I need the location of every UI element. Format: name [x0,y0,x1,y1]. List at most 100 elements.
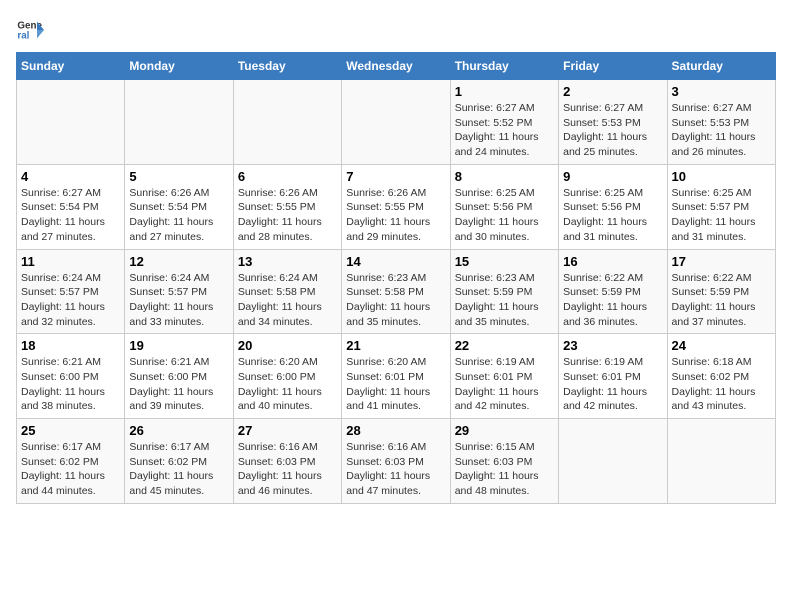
calendar-week-5: 25 Sunrise: 6:17 AM Sunset: 6:02 PM Dayli… [17,419,776,504]
day-content: Sunrise: 6:19 AM Sunset: 6:01 PM Dayligh… [455,355,554,414]
day-number: 5 [129,169,228,184]
calendar-cell: 26 Sunrise: 6:17 AM Sunset: 6:02 PM Dayli… [125,419,233,504]
day-number: 14 [346,254,445,269]
calendar-cell: 10Sunrise: 6:25 AM Sunset: 5:57 PM Dayli… [667,164,775,249]
day-content: Sunrise: 6:24 AM Sunset: 5:58 PM Dayligh… [238,271,337,330]
day-number: 24 [672,338,771,353]
day-content: Sunrise: 6:25 AM Sunset: 5:56 PM Dayligh… [455,186,554,245]
calendar-cell: 19 Sunrise: 6:21 AM Sunset: 6:00 PM Dayli… [125,334,233,419]
calendar-cell: 18 Sunrise: 6:21 AM Sunset: 6:00 PM Dayli… [17,334,125,419]
day-number: 21 [346,338,445,353]
svg-text:ral: ral [17,30,29,41]
calendar-cell: 11Sunrise: 6:24 AM Sunset: 5:57 PM Dayli… [17,249,125,334]
day-number: 29 [455,423,554,438]
day-number: 7 [346,169,445,184]
day-content: Sunrise: 6:16 AM Sunset: 6:03 PM Dayligh… [238,440,337,499]
calendar-cell: 13 Sunrise: 6:24 AM Sunset: 5:58 PM Dayli… [233,249,341,334]
day-number: 26 [129,423,228,438]
day-content: Sunrise: 6:25 AM Sunset: 5:56 PM Dayligh… [563,186,662,245]
day-content: Sunrise: 6:16 AM Sunset: 6:03 PM Dayligh… [346,440,445,499]
day-content: Sunrise: 6:27 AM Sunset: 5:53 PM Dayligh… [563,101,662,160]
day-content: Sunrise: 6:27 AM Sunset: 5:52 PM Dayligh… [455,101,554,160]
day-number: 2 [563,84,662,99]
day-content: Sunrise: 6:22 AM Sunset: 5:59 PM Dayligh… [672,271,771,330]
header-monday: Monday [125,53,233,80]
header-tuesday: Tuesday [233,53,341,80]
day-content: Sunrise: 6:17 AM Sunset: 6:02 PM Dayligh… [21,440,120,499]
day-number: 3 [672,84,771,99]
day-content: Sunrise: 6:27 AM Sunset: 5:54 PM Dayligh… [21,186,120,245]
day-number: 9 [563,169,662,184]
day-number: 17 [672,254,771,269]
calendar-cell [559,419,667,504]
calendar-cell [125,80,233,165]
day-number: 18 [21,338,120,353]
day-number: 19 [129,338,228,353]
calendar-cell: 4 Sunrise: 6:27 AM Sunset: 5:54 PM Daylig… [17,164,125,249]
calendar-cell: 20 Sunrise: 6:20 AM Sunset: 6:00 PM Dayli… [233,334,341,419]
day-number: 28 [346,423,445,438]
day-number: 23 [563,338,662,353]
logo-icon: Gene ral [16,16,44,44]
day-content: Sunrise: 6:21 AM Sunset: 6:00 PM Dayligh… [21,355,120,414]
calendar-cell: 21 Sunrise: 6:20 AM Sunset: 6:01 PM Dayli… [342,334,450,419]
calendar-cell: 12 Sunrise: 6:24 AM Sunset: 5:57 PM Dayli… [125,249,233,334]
day-number: 16 [563,254,662,269]
logo: Gene ral [16,16,48,44]
header-thursday: Thursday [450,53,558,80]
day-content: Sunrise: 6:24 AM Sunset: 5:57 PM Dayligh… [129,271,228,330]
calendar-cell: 2 Sunrise: 6:27 AM Sunset: 5:53 PM Daylig… [559,80,667,165]
day-content: Sunrise: 6:19 AM Sunset: 6:01 PM Dayligh… [563,355,662,414]
day-content: Sunrise: 6:24 AM Sunset: 5:57 PM Dayligh… [21,271,120,330]
day-content: Sunrise: 6:26 AM Sunset: 5:55 PM Dayligh… [346,186,445,245]
calendar-cell: 25 Sunrise: 6:17 AM Sunset: 6:02 PM Dayli… [17,419,125,504]
header-saturday: Saturday [667,53,775,80]
calendar-cell: 9 Sunrise: 6:25 AM Sunset: 5:56 PM Daylig… [559,164,667,249]
calendar-cell: 8Sunrise: 6:25 AM Sunset: 5:56 PM Daylig… [450,164,558,249]
calendar-week-3: 11Sunrise: 6:24 AM Sunset: 5:57 PM Dayli… [17,249,776,334]
day-number: 13 [238,254,337,269]
day-content: Sunrise: 6:26 AM Sunset: 5:55 PM Dayligh… [238,186,337,245]
calendar-cell: 24 Sunrise: 6:18 AM Sunset: 6:02 PM Dayli… [667,334,775,419]
day-number: 20 [238,338,337,353]
day-content: Sunrise: 6:23 AM Sunset: 5:59 PM Dayligh… [455,271,554,330]
calendar-cell [667,419,775,504]
header-wednesday: Wednesday [342,53,450,80]
calendar-cell: 5 Sunrise: 6:26 AM Sunset: 5:54 PM Daylig… [125,164,233,249]
calendar-cell [342,80,450,165]
day-number: 12 [129,254,228,269]
calendar-cell: 28 Sunrise: 6:16 AM Sunset: 6:03 PM Dayli… [342,419,450,504]
day-content: Sunrise: 6:20 AM Sunset: 6:00 PM Dayligh… [238,355,337,414]
calendar-cell: 7 Sunrise: 6:26 AM Sunset: 5:55 PM Daylig… [342,164,450,249]
calendar-cell: 17 Sunrise: 6:22 AM Sunset: 5:59 PM Dayli… [667,249,775,334]
calendar-cell: 1Sunrise: 6:27 AM Sunset: 5:52 PM Daylig… [450,80,558,165]
calendar-cell [17,80,125,165]
header: Gene ral [16,16,776,44]
calendar-cell: 14Sunrise: 6:23 AM Sunset: 5:58 PM Dayli… [342,249,450,334]
header-friday: Friday [559,53,667,80]
calendar-cell: 16Sunrise: 6:22 AM Sunset: 5:59 PM Dayli… [559,249,667,334]
day-number: 6 [238,169,337,184]
day-content: Sunrise: 6:21 AM Sunset: 6:00 PM Dayligh… [129,355,228,414]
day-content: Sunrise: 6:27 AM Sunset: 5:53 PM Dayligh… [672,101,771,160]
calendar-cell: 6 Sunrise: 6:26 AM Sunset: 5:55 PM Daylig… [233,164,341,249]
calendar-cell: 3 Sunrise: 6:27 AM Sunset: 5:53 PM Daylig… [667,80,775,165]
calendar-cell: 15 Sunrise: 6:23 AM Sunset: 5:59 PM Dayli… [450,249,558,334]
day-number: 10 [672,169,771,184]
day-content: Sunrise: 6:17 AM Sunset: 6:02 PM Dayligh… [129,440,228,499]
calendar-week-4: 18 Sunrise: 6:21 AM Sunset: 6:00 PM Dayli… [17,334,776,419]
day-content: Sunrise: 6:20 AM Sunset: 6:01 PM Dayligh… [346,355,445,414]
day-number: 25 [21,423,120,438]
day-content: Sunrise: 6:18 AM Sunset: 6:02 PM Dayligh… [672,355,771,414]
calendar-week-1: 1Sunrise: 6:27 AM Sunset: 5:52 PM Daylig… [17,80,776,165]
day-content: Sunrise: 6:26 AM Sunset: 5:54 PM Dayligh… [129,186,228,245]
calendar-cell: 23 Sunrise: 6:19 AM Sunset: 6:01 PM Dayli… [559,334,667,419]
day-number: 15 [455,254,554,269]
day-number: 27 [238,423,337,438]
day-number: 4 [21,169,120,184]
header-sunday: Sunday [17,53,125,80]
day-number: 22 [455,338,554,353]
calendar-cell: 22 Sunrise: 6:19 AM Sunset: 6:01 PM Dayli… [450,334,558,419]
calendar-header-row: SundayMondayTuesdayWednesdayThursdayFrid… [17,53,776,80]
calendar-cell: 29Sunrise: 6:15 AM Sunset: 6:03 PM Dayli… [450,419,558,504]
